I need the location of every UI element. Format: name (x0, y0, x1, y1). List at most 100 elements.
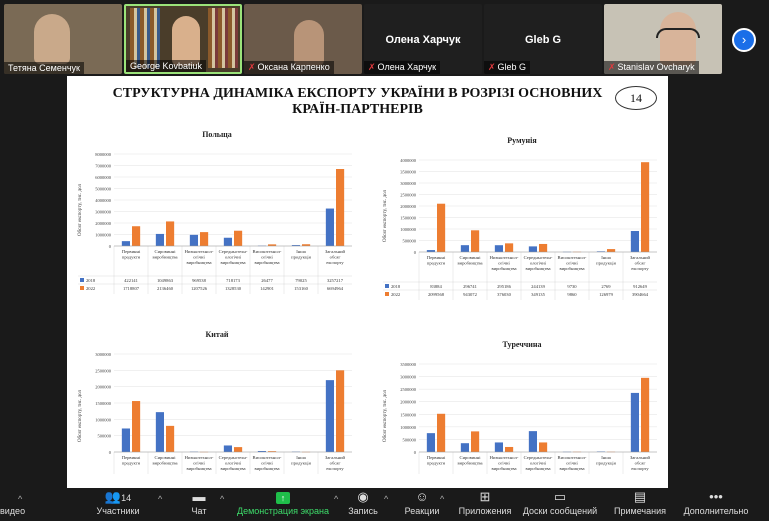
apps-button[interactable]: ⊞ Приложения (456, 488, 514, 521)
caret-up-icon[interactable]: ^ (220, 494, 224, 504)
y-tick-label: 6000000 (95, 175, 112, 180)
chart-poland: Польща Обсяг експорту, тис. дол 0 1000000 20… (72, 128, 362, 298)
data-table-cell: 349135 (531, 292, 545, 297)
share-screen-button[interactable]: ↑ Демонстрация экрана (236, 488, 330, 521)
y-tick-label: 4000000 (95, 198, 112, 203)
y-tick-label: 5000000 (95, 187, 112, 192)
y-tick-label: 0 (109, 450, 112, 455)
data-table-cell: 2769 (601, 284, 611, 289)
more-button[interactable]: ••• Дополнительно (680, 488, 752, 521)
participants-count: 14 (121, 493, 132, 503)
bar (336, 370, 345, 452)
x-tick-label: Середньотехн- (219, 455, 248, 460)
x-tick-label: огічні (566, 261, 578, 266)
bar (505, 446, 514, 452)
bar (539, 442, 548, 452)
x-tick-label: ологічні (530, 461, 547, 466)
x-tick-label: Низькотехнол- (490, 455, 519, 460)
chat-button[interactable]: ▬ Чат (184, 488, 214, 521)
x-tick-label: Первинні (427, 255, 446, 260)
data-table-cell: 9730 (567, 284, 577, 289)
apps-icon: ⊞ (479, 489, 491, 504)
data-table-cell: 79025 (295, 278, 307, 283)
legend-label: 2022 (391, 292, 401, 297)
apps-label: Приложения (458, 506, 512, 516)
caret-up-icon[interactable]: ^ (384, 494, 388, 504)
x-tick-label: експорту (631, 266, 649, 271)
caret-up-icon[interactable]: ^ (440, 494, 444, 504)
participant-video (34, 14, 70, 64)
bookshelf-image (208, 8, 238, 68)
participant-video (660, 12, 696, 66)
legend-label: 2018 (391, 284, 401, 289)
y-tick-label: 1500000 (95, 401, 112, 406)
x-tick-label: огічні (193, 461, 205, 466)
participants-button[interactable]: 👥14 Участники (92, 488, 144, 521)
reactions-button[interactable]: ☺ Реакции (402, 488, 442, 521)
bar (234, 230, 243, 246)
x-tick-label: виробництва (491, 466, 516, 471)
chat-label: Чат (191, 506, 207, 516)
participant-tile[interactable]: Gleb G ✗ Gleb G (484, 4, 602, 74)
whiteboard-icon: ▭ (553, 489, 567, 504)
x-tick-label: виробництва (457, 461, 482, 466)
data-table-cell: 26477 (261, 278, 273, 283)
bar (505, 243, 514, 252)
x-tick-label: Низькотехнол- (185, 249, 214, 254)
bookshelf-image (130, 8, 160, 68)
mic-muted-icon: ✗ (248, 62, 256, 72)
chart-china: Китай Обсяг експорту, тис. дол 0 500000 1000… (72, 328, 362, 488)
video-button[interactable]: видео (0, 488, 25, 521)
caret-up-icon[interactable]: ^ (158, 494, 162, 504)
data-table-cell: 422141 (124, 278, 138, 283)
bar (539, 243, 548, 252)
x-tick-label: експорту (631, 466, 649, 471)
bar (630, 231, 639, 252)
y-tick-label: 500000 (403, 239, 417, 244)
caret-up-icon[interactable]: ^ (334, 494, 338, 504)
x-tick-label: Загальний (630, 455, 651, 460)
headset-image (656, 28, 700, 38)
x-tick-label: огічні (566, 461, 578, 466)
participant-tile[interactable]: ✗ Stanislav Ovcharyk (604, 4, 722, 74)
x-tick-label: продукти (427, 461, 446, 466)
x-tick-label: Інша (601, 455, 611, 460)
data-table-cell: 969538 (192, 278, 206, 283)
notes-button[interactable]: ▤ Примечания (612, 488, 668, 521)
chat-icon: ▬ (192, 489, 206, 504)
y-tick-label: 500000 (403, 437, 417, 442)
participant-tile[interactable]: ✗ Оксана Карпенко (244, 4, 362, 74)
record-button[interactable]: ◉ Запись (344, 488, 382, 521)
bar (155, 412, 164, 452)
x-tick-label: Первинні (427, 455, 446, 460)
participant-tile[interactable]: George Kovbatiuk (124, 4, 242, 74)
data-table-cell: 1328530 (225, 286, 242, 291)
whiteboard-button[interactable]: ▭ Доски сообщений (520, 488, 600, 521)
x-tick-label: Середньотехн- (524, 255, 553, 260)
x-tick-label: продукти (427, 261, 446, 266)
chart-svg: 0 500000 1000000 1500000 2000000 2500000 30000… (400, 362, 657, 474)
mic-muted-icon: ✗ (488, 62, 496, 72)
participant-video (172, 16, 200, 66)
bar (189, 234, 198, 246)
y-tick-label: 0 (414, 450, 417, 455)
data-table-cell: 9860 (567, 292, 577, 297)
next-page-button[interactable]: › (732, 28, 756, 52)
more-label: Дополнительно (683, 506, 749, 516)
reactions-label: Реакции (404, 506, 440, 516)
bar (234, 447, 243, 452)
bar (607, 249, 616, 252)
share-screen-icon: ↑ (276, 492, 290, 504)
legend-swatch (385, 284, 389, 288)
y-tick-label: 1500000 (400, 216, 417, 221)
x-tick-label: Первинні (122, 249, 141, 254)
participant-tile[interactable]: Тетяна Семенчук (4, 4, 122, 74)
x-tick-label: виробництва (152, 255, 177, 260)
chart-turkey: Туреччина Обсяг експорту, тис. дол 0 500000… (377, 338, 667, 488)
y-tick-label: 2500000 (95, 368, 112, 373)
participant-tile[interactable]: Олена Харчук ✗ Олена Харчук (364, 4, 482, 74)
x-tick-label: Низькотехнол- (185, 455, 214, 460)
x-tick-label: продукція (596, 461, 617, 466)
data-table-cell: 296741 (463, 284, 477, 289)
bar (437, 203, 446, 252)
